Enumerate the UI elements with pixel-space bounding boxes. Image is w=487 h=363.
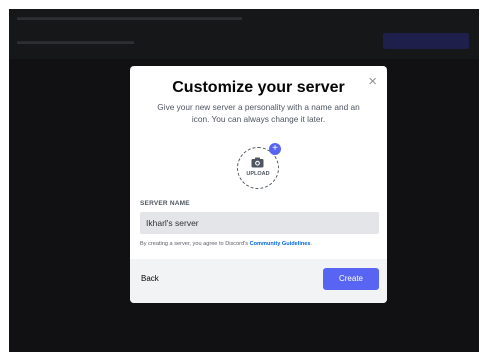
camera-icon	[251, 157, 264, 168]
modal-title: Customize your server	[172, 79, 345, 96]
terms-suffix: .	[310, 241, 313, 247]
terms-text: By creating a server, you agree to Disco…	[140, 241, 312, 247]
community-guidelines-link[interactable]: Community Guidelines	[250, 241, 311, 247]
upload-icon-button[interactable]: UPLOAD +	[237, 143, 281, 189]
background-button	[383, 33, 469, 49]
background-subheader-text: ▬▬▬▬▬▬▬▬▬▬▬▬▬	[17, 36, 134, 46]
customize-server-modal: × Customize your server Give your new se…	[130, 66, 387, 303]
app-backdrop: ▬▬▬▬▬▬▬▬▬▬▬▬▬▬▬▬▬▬▬▬▬▬▬▬▬ ▬▬▬▬▬▬▬▬▬▬▬▬▬ …	[9, 9, 479, 352]
plus-icon: +	[269, 143, 281, 155]
background-header-text: ▬▬▬▬▬▬▬▬▬▬▬▬▬▬▬▬▬▬▬▬▬▬▬▬▬	[17, 12, 242, 22]
modal-footer: Back Create	[130, 259, 387, 303]
server-name-input[interactable]	[140, 212, 379, 234]
modal-subtitle: Give your new server a personality with …	[157, 102, 360, 124]
back-button[interactable]: Back	[141, 274, 159, 283]
create-button[interactable]: Create	[323, 268, 379, 290]
terms-prefix: By creating a server, you agree to Disco…	[140, 241, 249, 247]
upload-label: UPLOAD	[246, 171, 270, 177]
server-name-label: SERVER NAME	[140, 200, 190, 207]
background-header: ▬▬▬▬▬▬▬▬▬▬▬▬▬▬▬▬▬▬▬▬▬▬▬▬▬ ▬▬▬▬▬▬▬▬▬▬▬▬▬	[9, 9, 479, 59]
